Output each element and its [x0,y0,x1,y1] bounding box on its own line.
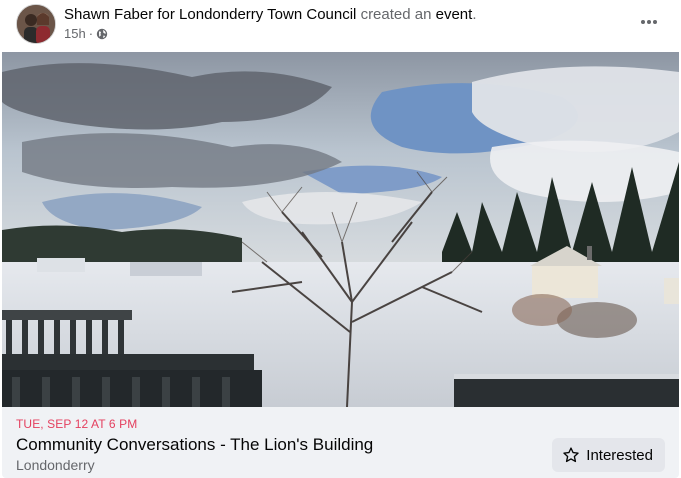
interested-button[interactable]: Interested [552,438,665,472]
action-text: created an [360,6,432,23]
meta-separator: · [88,26,94,41]
event-title[interactable]: Community Conversations - The Lion's Bui… [16,435,373,455]
more-horizontal-icon [641,20,657,24]
more-options-button[interactable] [633,8,665,36]
star-outline-icon [562,446,580,464]
post-title-line: Shawn Faber for Londonderry Town Council… [64,5,477,24]
post-header: Shawn Faber for Londonderry Town Council… [0,0,681,52]
event-link[interactable]: event [436,6,473,23]
interested-label: Interested [586,446,653,464]
author-name-link[interactable]: Shawn Faber for Londonderry Town Council [64,6,356,23]
event-date: TUE, SEP 12 AT 6 PM [16,417,138,431]
title-period: . [472,6,477,23]
post-timestamp[interactable]: 15h [64,26,86,42]
event-post: Shawn Faber for Londonderry Town Council… [0,0,681,478]
event-location: Londonderry [16,457,95,473]
globe-icon [96,28,108,40]
author-avatar[interactable] [16,4,56,44]
post-meta: 15h · [64,26,108,42]
event-cover-photo[interactable] [2,52,679,407]
event-info-card[interactable]: TUE, SEP 12 AT 6 PM Community Conversati… [2,407,679,478]
